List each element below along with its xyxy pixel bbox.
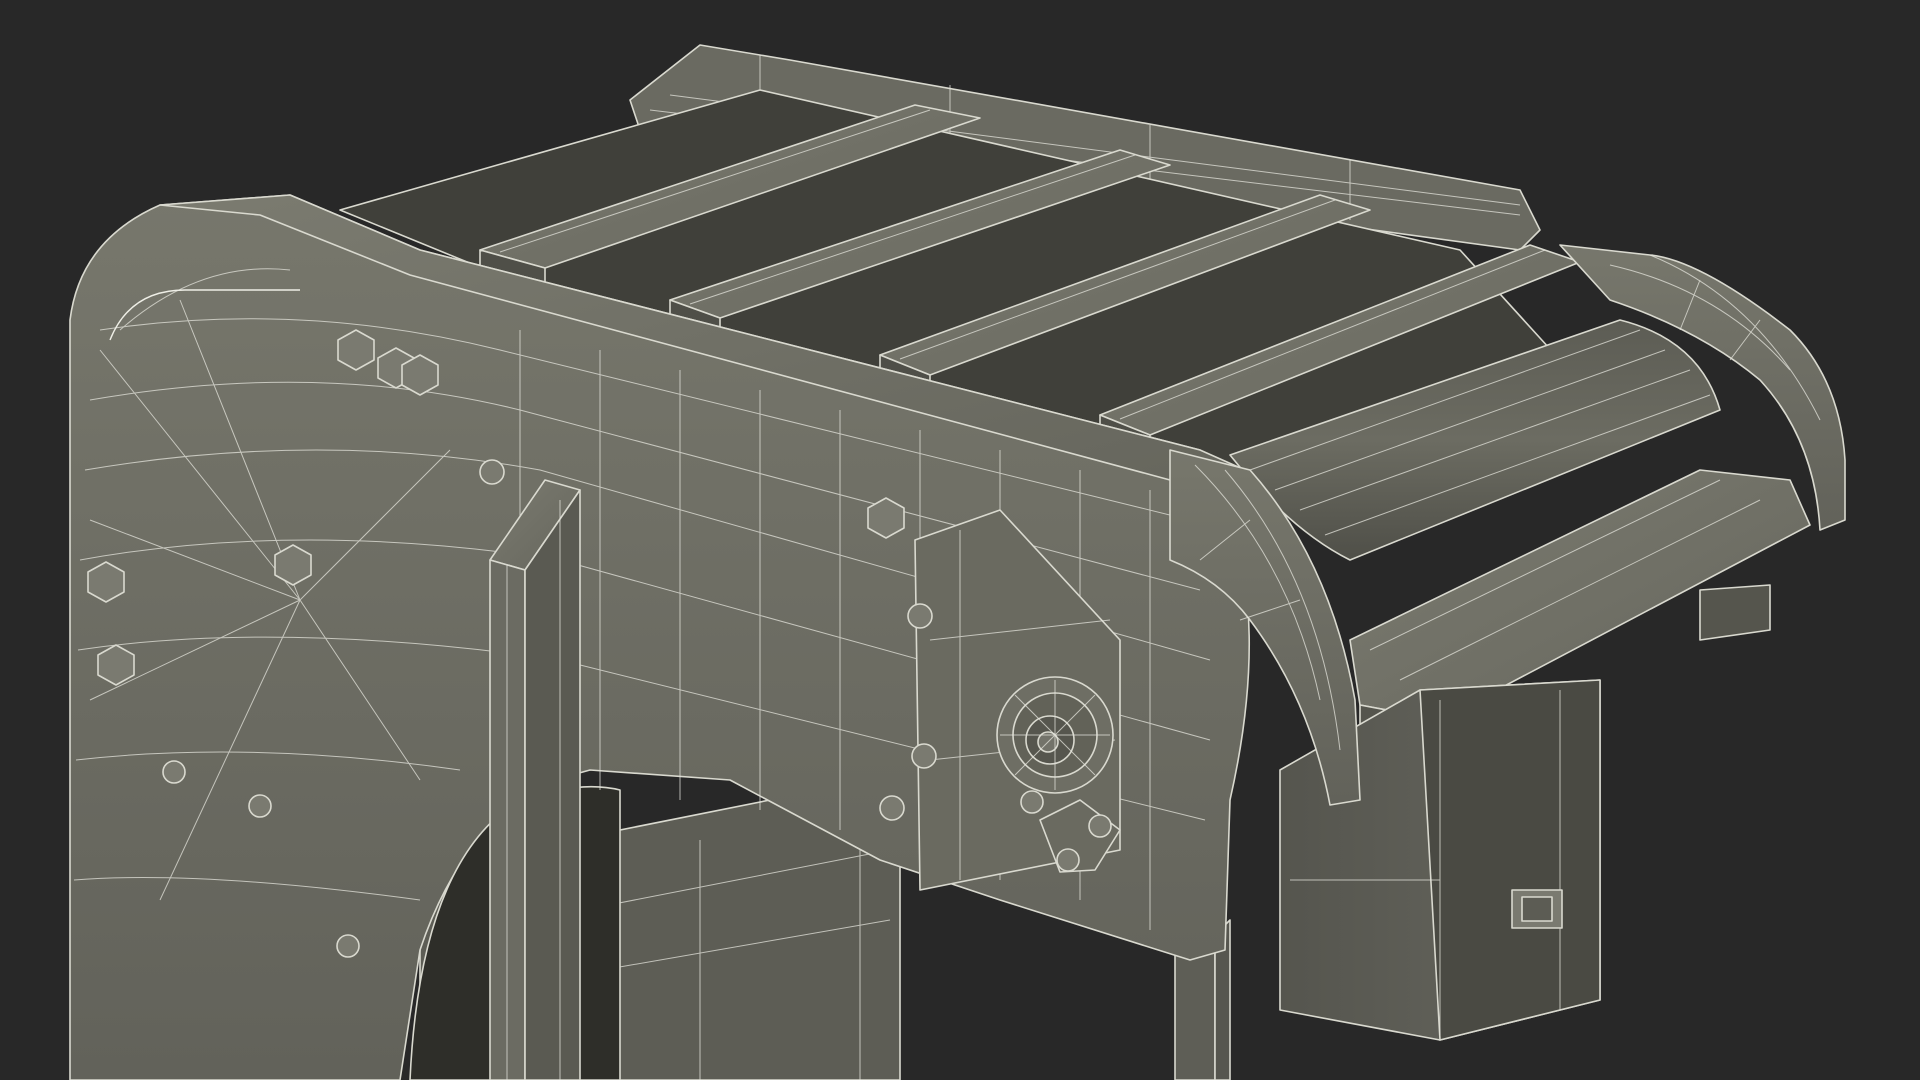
- rivet: [336, 934, 360, 958]
- conveyor-model: [69, 44, 1846, 1080]
- rivet: [1020, 790, 1044, 814]
- rivet: [879, 795, 905, 821]
- viewport-3d: [0, 0, 1920, 1080]
- rivet: [162, 760, 186, 784]
- rivet: [479, 459, 505, 485]
- rivet: [907, 603, 933, 629]
- motor-latch: [1511, 889, 1563, 929]
- rivet: [911, 743, 937, 769]
- shaft-hub: [996, 676, 1114, 794]
- rivet: [1056, 848, 1080, 872]
- rivet: [1088, 814, 1112, 838]
- front-leg: [489, 479, 581, 1080]
- rivet: [248, 794, 272, 818]
